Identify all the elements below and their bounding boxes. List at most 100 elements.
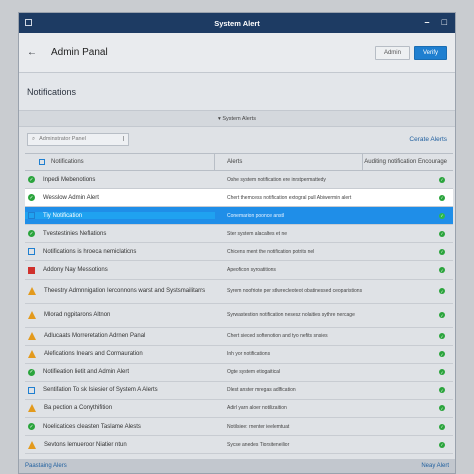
table-row[interactable]: Addony Nay Messotions Apeoficon syroatiti…: [25, 261, 453, 280]
row-name: Mlorad ngpitarons Altnon: [44, 312, 111, 319]
row-notification: Mlorad ngpitarons Altnon: [25, 311, 215, 320]
filter-dropdown[interactable]: ▾ System Alerts: [19, 111, 455, 127]
warning-icon: [28, 404, 36, 413]
row-detail: Oshe system notification ere inrstpermat…: [227, 176, 326, 183]
status-check-icon[interactable]: ✓: [439, 441, 445, 448]
row-notification: Sentifation To sk Isiesier of System A A…: [25, 386, 215, 394]
search-row: ⌕ Adminstrator Panel | Cerate Alerts: [19, 127, 455, 151]
admin-button[interactable]: Admin: [374, 45, 410, 60]
minimize-icon[interactable]: –: [425, 17, 430, 27]
row-notification: ✓ Wesslow Admin Alert: [25, 194, 215, 202]
table-row[interactable]: Alefications Inears and Cormauration Inh …: [25, 346, 453, 364]
table-row[interactable]: Tiy Notification Conemarion poonce anstl ✓: [25, 207, 453, 226]
row-status: ✓: [363, 267, 453, 274]
status-check-icon[interactable]: ✓: [439, 405, 445, 412]
text-cursor-icon: |: [122, 136, 124, 142]
row-detail: Notilsiee: rnenter ieelemtuat: [227, 423, 290, 430]
status-check-icon[interactable]: ✓: [439, 194, 445, 201]
check-circle-icon: ✓: [28, 176, 35, 184]
select-all-icon[interactable]: [39, 159, 45, 165]
table-row[interactable]: ✓ Noelicatices cleasten Taslame Alests Not…: [25, 418, 453, 437]
app-window: System Alert – □ ← Admin Panal Admin Ver…: [18, 12, 456, 474]
table-row[interactable]: ✓ Tvestestinies Neflations Ster system ala…: [25, 225, 453, 244]
status-left[interactable]: Paastaing Alers: [25, 463, 67, 469]
status-check-icon[interactable]: ✓: [439, 288, 445, 295]
status-check-icon[interactable]: ✓: [439, 369, 445, 376]
status-check-icon[interactable]: ✓: [439, 230, 445, 237]
page-header: ← Admin Panal Admin Verify: [19, 33, 455, 73]
error-icon: [28, 266, 35, 274]
table-row[interactable]: Sentifation To sk Isiesier of System A A…: [25, 382, 453, 400]
row-notification: Theestry Admnnigation Ierconnons warst a…: [25, 287, 215, 296]
row-status: ✓: [363, 369, 453, 376]
status-check-icon[interactable]: ✓: [439, 333, 445, 340]
row-detail: Chert themcess notification extogral pul…: [227, 194, 352, 201]
row-notification: ✓ Noelicatices cleasten Taslame Alests: [25, 423, 215, 431]
status-check-icon[interactable]: ✓: [439, 423, 445, 430]
row-name: Tvestestinies Neflations: [43, 230, 107, 237]
row-status: ✓: [363, 288, 453, 295]
search-icon: ⌕: [32, 135, 36, 142]
row-name: Ba pection a Conythifition: [44, 405, 113, 412]
row-status: ✓: [363, 423, 453, 430]
row-name: Noelicatices cleasten Taslame Alests: [43, 423, 141, 430]
info-icon: [28, 248, 35, 256]
status-check-icon[interactable]: ✓: [439, 176, 445, 183]
row-name: Wesslow Admin Alert: [43, 194, 99, 201]
status-check-icon[interactable]: ✓: [439, 267, 445, 274]
row-name: Addony Nay Messotions: [43, 267, 108, 274]
check-circle-icon: ✓: [28, 423, 35, 431]
status-right[interactable]: Neay Alert: [421, 463, 449, 469]
table-row[interactable]: Notifications is hroeca nemiclaticns Chic…: [25, 243, 453, 262]
window-controls: – □: [425, 17, 447, 27]
table-row[interactable]: ✓ Wesslow Admin Alert Chert themcess notif…: [25, 189, 453, 208]
row-detail: Syrwastestion notification nesesz nolait…: [227, 312, 355, 319]
table-row[interactable]: Adlucaats Morreretation Adrnen Panal Cher…: [25, 328, 453, 346]
warning-icon: [28, 332, 36, 341]
maximize-icon[interactable]: □: [442, 17, 447, 27]
notifications-table: Notifications Alerts Auditing notificati…: [25, 153, 453, 455]
row-detail: Sycse anedes Tiorsiteneilior: [227, 441, 290, 448]
row-notification: ✓ Inpedi Mebenotions: [25, 176, 215, 184]
row-status: ✓: [363, 312, 453, 319]
check-circle-icon: ✓: [28, 230, 35, 238]
table-row[interactable]: Mlorad ngpitarons Altnon Syrwastestion no…: [25, 304, 453, 328]
create-alerts-link[interactable]: Cerate Alerts: [409, 136, 447, 143]
table-body: ✓ Inpedi Mebenotions Oshe system notificat…: [25, 171, 453, 455]
warning-icon: [28, 311, 36, 320]
table-row[interactable]: Ba pection a Conythifition Adirl yarn alo…: [25, 400, 453, 419]
status-check-icon[interactable]: ✓: [439, 351, 445, 358]
window-menu-icon[interactable]: [25, 19, 32, 26]
column-header-alerts[interactable]: Alerts: [215, 154, 363, 170]
row-detail: Inh yor notifications: [227, 351, 271, 358]
status-check-icon[interactable]: ✓: [439, 312, 445, 319]
status-check-icon[interactable]: ✓: [439, 248, 445, 255]
status-check-icon[interactable]: ✓: [439, 212, 445, 219]
column-header-auditing[interactable]: Auditing notification Encourage: [363, 159, 453, 165]
search-input[interactable]: ⌕ Adminstrator Panel |: [27, 132, 129, 146]
verify-button[interactable]: Verify: [413, 45, 447, 60]
info-icon: [28, 212, 35, 220]
row-notification: Notifications is hroeca nemiclaticns: [25, 248, 215, 256]
row-name: Alefications Inears and Cormauration: [44, 351, 143, 358]
row-notification: Alefications Inears and Cormauration: [25, 350, 215, 359]
table-row[interactable]: Sevtons lemueroor Niatier ntun Sycse aned…: [25, 436, 453, 455]
row-detail: Chicens ment the notification potrits ne…: [227, 248, 315, 255]
row-detail: Ogte system etiogaitical: [227, 369, 281, 376]
row-name: Theestry Admnnigation Ierconnons warst a…: [44, 288, 206, 295]
status-bar: Paastaing Alers Neay Alert: [19, 459, 455, 473]
table-row[interactable]: ✓ Inpedi Mebenotions Oshe system notificat…: [25, 171, 453, 190]
row-notification: Adlucaats Morreretation Adrnen Panal: [25, 332, 215, 341]
arrow-left-icon[interactable]: ←: [27, 47, 37, 58]
row-notification: ✓ Tvestestinies Neflations: [25, 230, 215, 238]
row-notification: ✓ Notifieation lietit and Admin Alert: [25, 368, 215, 376]
row-status: ✓: [363, 333, 453, 340]
row-name: Tiy Notification: [43, 212, 83, 219]
column-header-notifications[interactable]: Notifications: [25, 154, 215, 170]
row-status: ✓: [363, 212, 453, 219]
row-name: Sevtons lemueroor Niatier ntun: [44, 441, 127, 448]
table-row[interactable]: Theestry Admnnigation Ierconnons warst a…: [25, 280, 453, 304]
row-name: Notifieation lietit and Admin Alert: [43, 369, 130, 376]
table-row[interactable]: ✓ Notifieation lietit and Admin Alert Ogte…: [25, 364, 453, 382]
status-check-icon[interactable]: ✓: [439, 387, 445, 394]
